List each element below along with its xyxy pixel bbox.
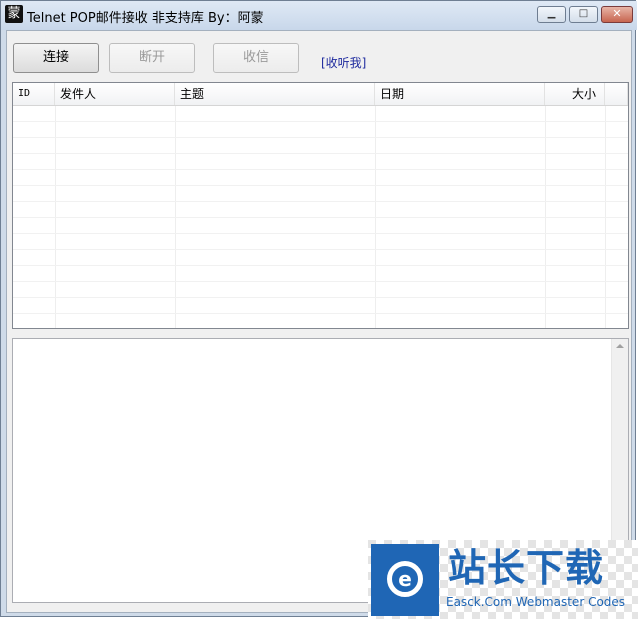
scroll-up-arrow-icon[interactable] [616, 344, 624, 348]
list-header: ID 发件人 主题 日期 大小 [13, 83, 628, 106]
grid-row-line [13, 201, 628, 202]
column-header-id[interactable]: ID [13, 83, 55, 105]
receive-button[interactable]: 收信 [213, 43, 299, 73]
close-icon: ✕ [612, 7, 622, 20]
grid-row-line [13, 281, 628, 282]
grid-row-line [13, 265, 628, 266]
minimize-button[interactable]: ▁ [537, 6, 566, 23]
column-header-subject[interactable]: 主题 [175, 83, 375, 105]
minimize-icon: ▁ [547, 8, 556, 19]
grid-row-line [13, 217, 628, 218]
title-bar[interactable]: 蒙 Telnet POP邮件接收 非支持库 By：阿蒙 ▁ □ ✕ [1, 1, 637, 30]
maximize-button[interactable]: □ [569, 6, 598, 23]
grid-row-line [13, 169, 628, 170]
watermark-subtitle: Easck.Com Webmaster Codes [446, 595, 626, 609]
close-button[interactable]: ✕ [601, 6, 633, 23]
mail-list[interactable]: ID 发件人 主题 日期 大小 [12, 82, 629, 329]
grid-row-line [13, 121, 628, 122]
watermark-title: 站长下载 [448, 546, 605, 590]
connect-button[interactable]: 连接 [13, 43, 99, 73]
grid-row-line [13, 297, 628, 298]
window-title: Telnet POP邮件接收 非支持库 By：阿蒙 [27, 11, 264, 26]
watermark-banner: e 站长下载 Easck.Com Webmaster Codes [368, 540, 638, 619]
grid-row-line [13, 137, 628, 138]
list-body[interactable] [13, 106, 628, 328]
watermark-logo: e [371, 544, 439, 616]
column-header-size[interactable]: 大小 [545, 83, 605, 105]
column-header-filler [605, 83, 628, 105]
grid-row-line [13, 185, 628, 186]
grid-row-line [13, 313, 628, 314]
column-header-sender[interactable]: 发件人 [55, 83, 175, 105]
app-icon: 蒙 [5, 5, 23, 23]
grid-row-line [13, 249, 628, 250]
maximize-icon: □ [578, 8, 589, 19]
grid-row-line [13, 233, 628, 234]
grid-row-line [13, 153, 628, 154]
column-header-date[interactable]: 日期 [375, 83, 545, 105]
client-area: 连接 断开 收信 [收听我] ID 发件人 主题 日期 大小 [6, 30, 632, 613]
watermark-logo-icon: e [387, 561, 423, 597]
follow-me-link[interactable]: [收听我] [321, 54, 366, 71]
main-window: 蒙 Telnet POP邮件接收 非支持库 By：阿蒙 ▁ □ ✕ 连接 断开 … [0, 0, 637, 617]
disconnect-button[interactable]: 断开 [109, 43, 195, 73]
